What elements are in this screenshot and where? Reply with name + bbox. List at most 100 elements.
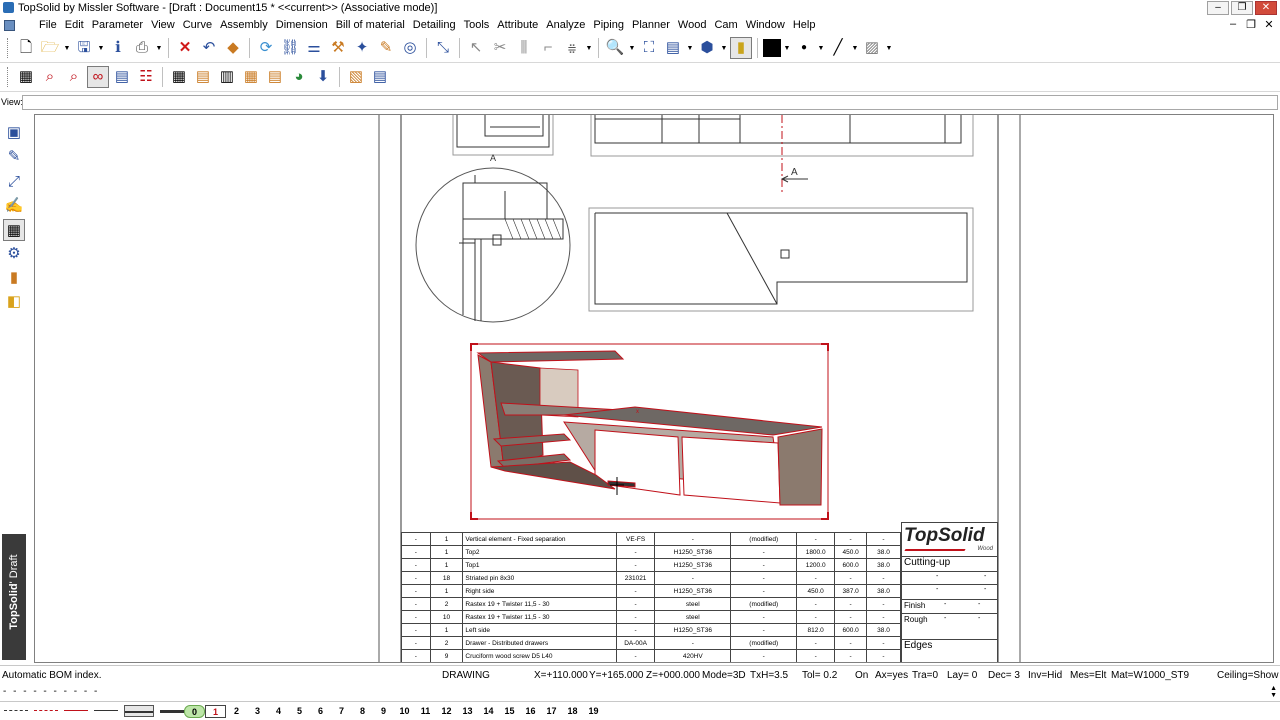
- table-format-icon[interactable]: ▤: [264, 66, 286, 88]
- drawing-canvas[interactable]: A A x - 1 Vertical element - Fixed separ…: [34, 114, 1274, 663]
- link-icon[interactable]: ⛓: [279, 37, 301, 59]
- table-columns-icon[interactable]: ▥: [216, 66, 238, 88]
- paint-icon[interactable]: ✎: [375, 37, 397, 59]
- bom-people-icon[interactable]: ☷: [135, 66, 157, 88]
- layer-tab[interactable]: 3: [247, 705, 268, 718]
- menu-parameter[interactable]: Parameter: [88, 19, 147, 31]
- search-next-icon[interactable]: ⌕: [63, 66, 85, 88]
- export-down-icon[interactable]: ⬇: [312, 66, 334, 88]
- table-merge-icon[interactable]: ▦: [240, 66, 262, 88]
- bom-mode-icon[interactable]: ▦: [3, 219, 25, 241]
- measure-icon[interactable]: ⫼: [513, 37, 535, 59]
- layer-tab[interactable]: 2: [226, 705, 247, 718]
- filter-icon[interactable]: ⩷: [561, 37, 583, 59]
- status-tol[interactable]: Tol= 0.2: [802, 670, 837, 681]
- line-style-dashdot[interactable]: [4, 705, 28, 717]
- bom-row[interactable]: -1 Top1- H1250_ST36-1200.0 600.0 38.0: [401, 558, 901, 572]
- menu-attribute[interactable]: Attribute: [493, 19, 542, 31]
- zoom-fit-icon[interactable]: ⛶: [638, 37, 660, 59]
- layer-mode-icon[interactable]: ▮: [3, 267, 25, 289]
- bom-edit-icon[interactable]: ▤: [111, 66, 133, 88]
- list-icon[interactable]: ▧: [345, 66, 367, 88]
- status-tra[interactable]: Tra=0: [912, 670, 938, 681]
- close-button[interactable]: ✕: [1255, 1, 1277, 15]
- sketch-mode-icon[interactable]: ✎: [3, 146, 25, 168]
- line-style-red[interactable]: [64, 705, 88, 717]
- layer-tab[interactable]: 17: [541, 705, 562, 718]
- line-style-icon[interactable]: ╱: [827, 37, 849, 59]
- select-icon[interactable]: ⤡: [432, 37, 454, 59]
- status-lay[interactable]: Lay= 0: [947, 670, 977, 681]
- menu-edit[interactable]: Edit: [61, 19, 88, 31]
- open-folder-icon[interactable]: 🗁: [39, 37, 61, 59]
- menu-detailing[interactable]: Detailing: [409, 19, 460, 31]
- line-style-dash[interactable]: [34, 705, 58, 717]
- bom-row[interactable]: -18 Striated pin 8x30 231021- - - - -: [401, 571, 901, 585]
- view-dropdown-icon[interactable]: ▼: [686, 45, 694, 52]
- layer-tab[interactable]: 12: [436, 705, 457, 718]
- bom-row[interactable]: -2 Rastex 19 + Twister 11,5 - 30- steel (mo…: [401, 597, 901, 611]
- maximize-button[interactable]: ❐: [1231, 1, 1253, 15]
- undo-icon[interactable]: ↶: [198, 37, 220, 59]
- bom-row[interactable]: -9 Cruciform wood screw D5 L40-420HV - - - -: [401, 649, 901, 662]
- bom-table[interactable]: -1 Vertical element - Fixed separation VE-…: [401, 532, 901, 662]
- delete-icon[interactable]: ✕: [174, 37, 196, 59]
- status-on[interactable]: On: [855, 670, 868, 681]
- layer-tab[interactable]: 15: [499, 705, 520, 718]
- layer-tab[interactable]: 11: [415, 705, 436, 718]
- status-inv[interactable]: Inv=Hid: [1028, 670, 1062, 681]
- assembly-mode-icon[interactable]: ⚙: [3, 243, 25, 265]
- hook-icon[interactable]: ⌐: [537, 37, 559, 59]
- layer-tab[interactable]: 7: [331, 705, 352, 718]
- line-dropdown-icon[interactable]: ▼: [851, 45, 859, 52]
- menu-view[interactable]: View: [147, 19, 179, 31]
- status-mat[interactable]: Mat=W1000_ST9: [1111, 670, 1189, 681]
- hatch-dropdown-icon[interactable]: ▼: [885, 45, 893, 52]
- pick-icon[interactable]: ↖: [465, 37, 487, 59]
- menu-window[interactable]: Window: [742, 19, 789, 31]
- zoom-dropdown-icon[interactable]: ▼: [628, 45, 636, 52]
- filter-dropdown-icon[interactable]: ▼: [585, 45, 593, 52]
- menu-tools[interactable]: Tools: [460, 19, 494, 31]
- layer-tab[interactable]: 8: [352, 705, 373, 718]
- status-mode3d[interactable]: Mode=3D: [702, 670, 746, 681]
- menu-planner[interactable]: Planner: [628, 19, 674, 31]
- layer-tab[interactable]: 6: [310, 705, 331, 718]
- menu-assembly[interactable]: Assembly: [216, 19, 272, 31]
- bom-row[interactable]: -1 Top2- H1250_ST36-1800.0 450.0 38.0: [401, 545, 901, 559]
- menu-wood[interactable]: Wood: [674, 19, 711, 31]
- sheet-icon[interactable]: ▤: [369, 66, 391, 88]
- bom-row[interactable]: -1 Left side - H1250_ST36-812.0 600.0 38.0: [401, 623, 901, 637]
- minimize-button[interactable]: ‒: [1207, 1, 1229, 15]
- layer-tab[interactable]: 18: [562, 705, 583, 718]
- bom-row[interactable]: -10 Rastex 19 + Twister 11,5 - 30- steel - -…: [401, 610, 901, 624]
- layer-tab[interactable]: 9: [373, 705, 394, 718]
- layer-tab[interactable]: 19: [583, 705, 604, 718]
- settings-sliders-icon[interactable]: ⚌: [303, 37, 325, 59]
- layer-tab-selected[interactable]: 1: [205, 705, 226, 718]
- render-icon[interactable]: ⬢: [696, 37, 718, 59]
- refresh-icon[interactable]: ⟳: [255, 37, 277, 59]
- toolbar-grip[interactable]: [7, 38, 10, 58]
- open-dropdown-icon[interactable]: ▼: [63, 45, 71, 52]
- save-dropdown-icon[interactable]: ▼: [97, 45, 105, 52]
- zoom-icon[interactable]: 🔍: [604, 37, 626, 59]
- new-document-icon[interactable]: 🗋: [15, 37, 37, 59]
- status-mes[interactable]: Mes=Elt: [1070, 670, 1106, 681]
- doc-restore-button[interactable]: ❐: [1244, 18, 1258, 31]
- layer-tab[interactable]: 10: [394, 705, 415, 718]
- wood-mode-icon[interactable]: ◧: [3, 291, 25, 313]
- search-bom-icon[interactable]: ⌕: [39, 66, 61, 88]
- menu-piping[interactable]: Piping: [589, 19, 628, 31]
- status-dec[interactable]: Dec= 3: [988, 670, 1020, 681]
- document-menu-icon[interactable]: [4, 20, 15, 31]
- bom-row[interactable]: -2 Drawer - Distributed drawers DA-00A - (mo…: [401, 636, 901, 650]
- command-scroll[interactable]: ▲ ▼: [1270, 685, 1277, 699]
- doc-minimize-button[interactable]: ‒: [1226, 18, 1240, 31]
- doc-close-button[interactable]: ✕: [1262, 18, 1276, 31]
- print-icon[interactable]: ⎙: [131, 37, 153, 59]
- menu-bill-of-material[interactable]: Bill of material: [332, 19, 409, 31]
- print-dropdown-icon[interactable]: ▼: [155, 45, 163, 52]
- layer-stack-icon[interactable]: ▮: [730, 37, 752, 59]
- color-dropdown-icon[interactable]: ▼: [783, 45, 791, 52]
